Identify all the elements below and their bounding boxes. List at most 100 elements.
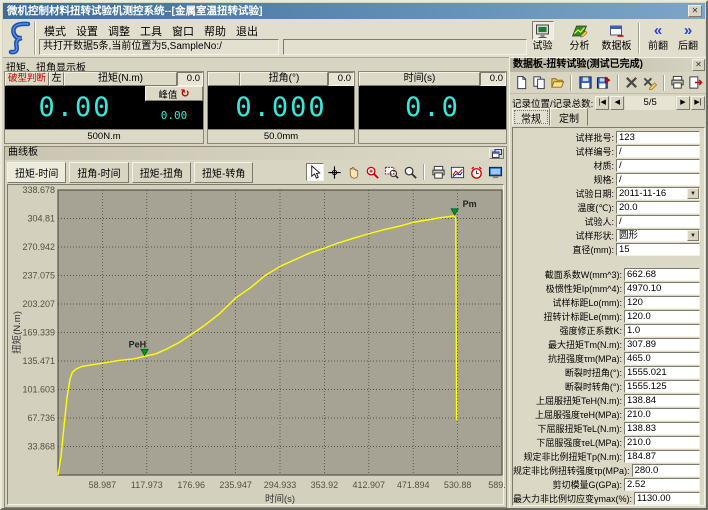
curve-tab-1[interactable]: 扭角-时间	[69, 162, 128, 183]
menu-item-3[interactable]: 工具	[135, 22, 167, 37]
torque-time-chart[interactable]: 58.987117.973176.96235.947294.933353.924…	[8, 185, 505, 506]
clear-icon[interactable]	[642, 74, 658, 92]
field-input[interactable]: 15	[616, 243, 700, 256]
angle-display-group: 扭角(°) 0.0 0.000 50.0mm	[207, 71, 355, 144]
peak-label: 峰值	[158, 87, 177, 101]
menu-item-4[interactable]: 窗口	[167, 22, 199, 37]
field-row: 规格:/	[513, 173, 704, 186]
analysis-button[interactable]: 分析	[561, 21, 598, 56]
field-input[interactable]: 138.83	[624, 422, 700, 435]
field-label: 断裂时扭角(°):	[513, 366, 624, 379]
data-panel-close-icon[interactable]: ✕	[692, 59, 705, 71]
torque-corner-value: 0.0	[177, 72, 203, 86]
field-input[interactable]: 1.0	[624, 324, 700, 337]
field-input[interactable]: /	[616, 215, 700, 228]
restore-window-icon[interactable]	[489, 148, 504, 159]
field-row: 试样编号:/	[513, 145, 704, 158]
menu-item-2[interactable]: 调整	[103, 22, 135, 37]
tab-custom[interactable]: 定制	[550, 108, 588, 126]
field-input[interactable]: 465.0	[624, 352, 700, 365]
field-input[interactable]: 184.87	[624, 450, 700, 463]
field-input[interactable]: 2011-11-16▼	[616, 187, 700, 200]
field-label: 材质:	[513, 159, 616, 172]
field-label: 强度修正系数K:	[513, 324, 624, 337]
status-message-2	[283, 39, 527, 55]
printer-icon[interactable]	[670, 74, 686, 92]
menu-item-5[interactable]: 帮助	[199, 22, 231, 37]
pan-hand-icon[interactable]	[344, 163, 362, 181]
field-input[interactable]: 4970.10	[624, 282, 700, 295]
field-input[interactable]: /	[616, 173, 700, 186]
break-judge-button[interactable]: 破型判断	[5, 72, 49, 86]
dropdown-arrow-icon[interactable]: ▼	[687, 188, 699, 199]
x-tick-label: 117.973	[131, 480, 163, 490]
page-prev-button[interactable]: « 前翻	[643, 21, 673, 56]
field-input[interactable]: 662.68	[624, 268, 700, 281]
save-icon[interactable]	[577, 74, 593, 92]
printer-icon[interactable]	[429, 163, 447, 181]
close-icon[interactable]: ✕	[688, 5, 702, 17]
exit-icon[interactable]	[688, 74, 704, 92]
field-input[interactable]: 圆形▼	[616, 229, 700, 242]
field-label: 规定非比例扭矩Tp(N.m):	[513, 450, 624, 463]
delete-icon[interactable]	[624, 74, 640, 92]
zoom-in-icon[interactable]	[363, 163, 381, 181]
field-input[interactable]: 280.0	[632, 464, 700, 477]
field-input[interactable]: 120.0	[624, 310, 700, 323]
page-prev-icon: «	[654, 21, 662, 40]
curve-tab-3[interactable]: 扭矩-转角	[194, 162, 253, 183]
field-input[interactable]: 120	[624, 296, 700, 309]
field-input[interactable]: 20.0	[616, 201, 700, 214]
record-prev-button[interactable]: ◀	[610, 96, 624, 110]
display-icon[interactable]	[486, 163, 504, 181]
field-row: 下屈服强度τeL(MPa):210.0	[513, 436, 704, 449]
crosshair-icon[interactable]	[325, 163, 343, 181]
field-input[interactable]: 1555.021	[624, 366, 700, 379]
refresh-icon[interactable]: ↻	[180, 87, 189, 100]
tab-general[interactable]: 常规	[512, 108, 550, 126]
curve-panel: 曲线板 扭矩-时间扭角-时间扭矩-扭角扭矩-转角 58.987117.97317…	[4, 146, 507, 508]
test-button[interactable]: 试验	[524, 21, 561, 56]
field-input[interactable]: 210.0	[624, 436, 700, 449]
peak-header: 峰值 ↻	[145, 86, 203, 101]
record-last-button[interactable]: ▶|	[691, 96, 705, 110]
select-arrow-icon[interactable]	[306, 163, 324, 181]
save-as-icon[interactable]	[595, 74, 611, 92]
record-next-button[interactable]: ▶	[676, 96, 690, 110]
record-first-button[interactable]: |◀	[595, 96, 609, 110]
field-label: 规定非比例扭转强度τp(MPa):	[513, 464, 632, 477]
field-label: 下屈服扭矩TeL(N.m):	[513, 422, 624, 435]
field-input[interactable]: 138.84	[624, 394, 700, 407]
menu-item-0[interactable]: 模式	[39, 22, 71, 37]
copy-icon[interactable]	[531, 74, 547, 92]
chart-area[interactable]: 58.987117.973176.96235.947294.933353.924…	[7, 184, 504, 505]
page-next-icon: »	[684, 21, 692, 40]
angle-value-display: 0.000	[208, 86, 354, 129]
curve-tab-0[interactable]: 扭矩-时间	[7, 162, 66, 183]
curve-tab-2[interactable]: 扭矩-扭角	[132, 162, 191, 183]
page-next-button[interactable]: » 后翻	[673, 21, 703, 56]
zoom-window-icon[interactable]	[382, 163, 400, 181]
datapad-button[interactable]: 数据板	[598, 21, 635, 56]
y-tick-label: 67.736	[27, 413, 55, 423]
open-icon[interactable]	[549, 74, 565, 92]
window-title: 微机控制材料扭转试验机测控系统--[金属室温扭转试验]	[7, 5, 263, 17]
field-input[interactable]: 210.0	[624, 408, 700, 421]
field-input[interactable]: 1130.00	[634, 492, 700, 505]
graph-icon[interactable]	[448, 163, 466, 181]
timer-icon[interactable]	[467, 163, 485, 181]
y-tick-label: 338.678	[22, 185, 55, 195]
field-input[interactable]: 2.52	[624, 478, 700, 491]
field-input[interactable]: /	[616, 159, 700, 172]
menu-item-6[interactable]: 退出	[231, 22, 263, 37]
direction-button[interactable]: 左	[49, 72, 64, 86]
zoom-out-icon[interactable]	[401, 163, 419, 181]
field-input[interactable]: /	[616, 145, 700, 158]
field-input[interactable]: 1555.125	[624, 380, 700, 393]
dropdown-arrow-icon[interactable]: ▼	[687, 230, 699, 241]
new-icon[interactable]	[513, 74, 529, 92]
field-input[interactable]: 123	[616, 131, 700, 144]
menu-item-1[interactable]: 设置	[71, 22, 103, 37]
field-input[interactable]: 307.89	[624, 338, 700, 351]
field-label: 试验人:	[513, 215, 616, 228]
